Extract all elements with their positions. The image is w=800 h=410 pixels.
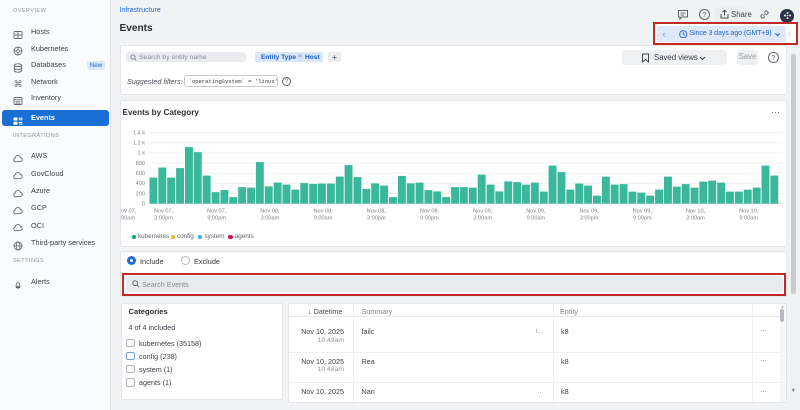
svg-text:3:00am: 3:00am <box>473 215 492 221</box>
svg-text:9:00pm: 9:00pm <box>633 215 652 221</box>
svg-text:9:00pm: 9:00pm <box>207 215 226 221</box>
svg-text:9:00am: 9:00am <box>314 215 333 221</box>
svg-text:3:00pm: 3:00pm <box>367 215 386 221</box>
svg-text:1.4 k: 1.4 k <box>133 130 145 136</box>
svg-text:Nov 09,: Nov 09, <box>473 209 493 215</box>
svg-text:600: 600 <box>136 171 145 177</box>
svg-text:00am: 00am <box>121 215 135 221</box>
svg-text:⌘: ⌘ <box>14 80 23 90</box>
svg-text:Nov 10,: Nov 10, <box>739 209 759 215</box>
svg-text:Nov 10,: Nov 10, <box>686 209 706 215</box>
svg-text:Nov 09,: Nov 09, <box>526 209 546 215</box>
svg-text:3:00am: 3:00am <box>686 215 705 221</box>
svg-text:200: 200 <box>136 191 145 197</box>
svg-text:Nov 07,: Nov 07, <box>154 209 174 215</box>
svg-text:800: 800 <box>136 161 145 167</box>
svg-text:Nov 08,: Nov 08, <box>313 209 333 215</box>
svg-text:3:00am: 3:00am <box>261 215 280 221</box>
svg-text:9:00am: 9:00am <box>739 215 758 221</box>
svg-text:1 k: 1 k <box>138 151 146 157</box>
svg-text:400: 400 <box>136 181 145 187</box>
svg-text:3:00pm: 3:00pm <box>154 215 173 221</box>
svg-text:1.2 k: 1.2 k <box>133 141 145 147</box>
svg-text:Nov 08,: Nov 08, <box>420 209 440 215</box>
svg-text:Nov 07,: Nov 07, <box>207 209 227 215</box>
svg-text:Nov 09,: Nov 09, <box>633 209 653 215</box>
svg-text:0: 0 <box>142 201 145 207</box>
svg-text:Nov 08,: Nov 08, <box>367 209 387 215</box>
svg-text:9:00am: 9:00am <box>527 215 546 221</box>
svg-text:Nov 09,: Nov 09, <box>579 209 599 215</box>
svg-text:3:00pm: 3:00pm <box>580 215 599 221</box>
svg-text:Nov 08,: Nov 08, <box>260 209 280 215</box>
svg-text:9:00pm: 9:00pm <box>420 215 439 221</box>
svg-text:ov 07,: ov 07, <box>121 209 137 215</box>
